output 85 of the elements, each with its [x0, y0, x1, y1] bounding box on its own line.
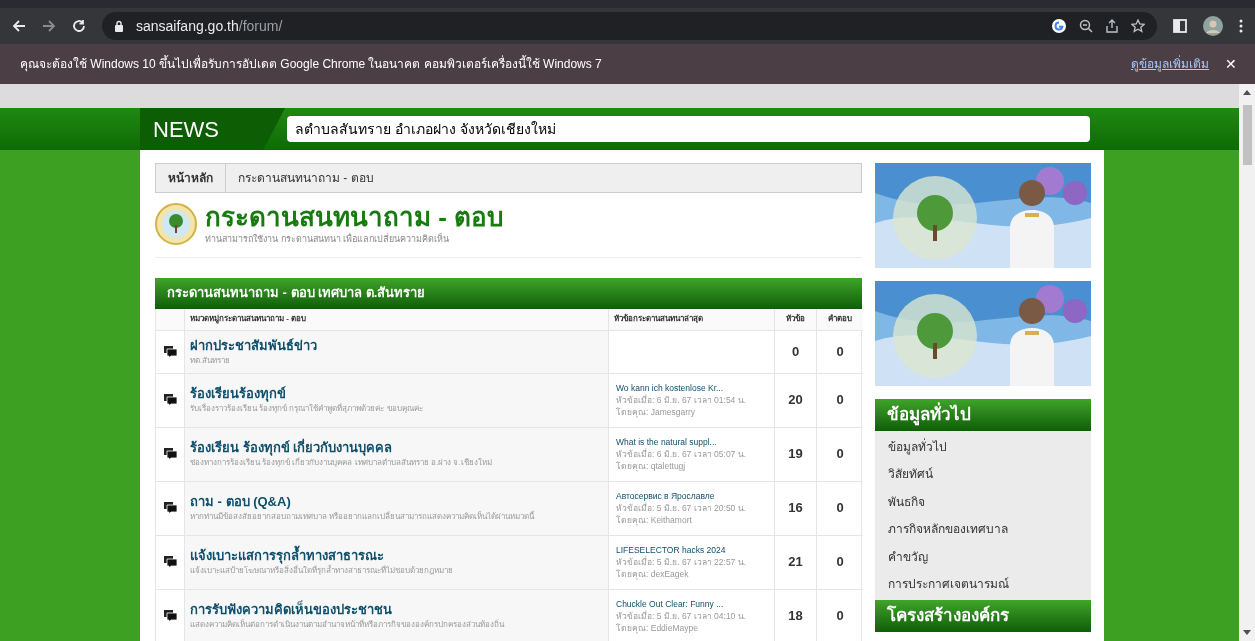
latest-topic-link[interactable]: What is the natural suppl...	[616, 436, 774, 448]
lock-icon	[114, 20, 124, 32]
reply-count: 0	[836, 342, 844, 361]
category-description: หากท่านมีข้อสงสัยอยากสอบถามเทศบาล หรืออยากแลกเปลี่ยนสามารถแสดงความคิดเห็นได้ผ่านหมวดนี้	[190, 511, 536, 523]
sidebar-link[interactable]: การประกาศเจตนารมณ์	[875, 570, 1091, 598]
close-button[interactable]: ✕	[1225, 53, 1237, 75]
chat-icon	[163, 556, 177, 568]
zoom-icon[interactable]	[1079, 19, 1093, 33]
category-link[interactable]: ร้องเรียน ร้องทุกข์ เกี่ยวกับงานบุคคล	[190, 439, 608, 457]
breadcrumb-link[interactable]: หน้าหลัก	[156, 164, 226, 192]
url-text: sansaifang.go.th/forum/	[136, 16, 283, 36]
column-header: คำตอบ	[816, 308, 863, 331]
topic-count: 0	[791, 342, 800, 361]
topic-count: 19	[788, 445, 803, 464]
forum-subtitle: ท่านสามารถใช้งาน กระดานสนทนา เพื่อแลกเปลี่ยนความคิดเห็น	[205, 233, 450, 246]
topic-count: 21	[788, 553, 803, 572]
latest-topic-link[interactable]: LIFESELECTOR hacks 2024	[616, 544, 774, 556]
latest-topic-date: หัวข้อเมื่อ: 5 มิ.ย. 67 เวลา 04:10 น.	[616, 610, 748, 622]
menu-icon[interactable]	[1239, 19, 1243, 33]
google-icon[interactable]	[1051, 18, 1067, 34]
reply-count: 0	[836, 445, 844, 464]
reply-count: 0	[836, 499, 844, 518]
chat-icon	[163, 502, 177, 514]
category-description: แจ้งเบาะแสป้ายโฆษณาหรือสิ่งอื่นใดที่รุกล้ำทางสาธารณะที่ไม่ชอบด้วยกฎหมาย	[190, 565, 608, 577]
chat-icon	[163, 610, 177, 622]
category-link[interactable]: การรับฟังความคิดเห็นของประชาชน	[190, 601, 608, 619]
forward-icon[interactable]	[42, 19, 56, 33]
sidebar-icon[interactable]	[1173, 19, 1187, 33]
section-header: โครงสร้างองค์กร	[875, 600, 1091, 632]
sidebar-link[interactable]: วิสัยทัศน์	[875, 460, 1091, 488]
chat-icon	[163, 345, 177, 358]
table-title: กระดานสนทนาถาม - ตอบ เทศบาล ต.สันทราย	[155, 277, 862, 309]
latest-topic-link[interactable]: Wo kann ich kostenlose Kr...	[616, 382, 774, 394]
reply-count: 0	[836, 553, 844, 572]
column-header: หัวข้อ	[774, 308, 816, 331]
category-description: ทต.สันทราย	[190, 354, 232, 367]
category-description: แสดงความคิดเห็นต่อการดำเนินงานตามอำนาจหน้าที่หรือภารกิจขององค์กรปกครองส่วนท้องถิ่น	[190, 619, 506, 631]
sidebar-link[interactable]: ข้อมูลทั่วไป	[875, 433, 1091, 461]
latest-topic-author: โดยคุณ: EddieMaype	[616, 622, 699, 634]
avatar-icon[interactable]	[1203, 16, 1223, 36]
latest-topic-link[interactable]: Chuckle Out Clear: Funny ...	[616, 598, 774, 610]
sidebar-link[interactable]: พันธกิจ	[875, 488, 1091, 516]
category-link[interactable]: ร้องเรียนร้องทุกข์	[190, 385, 608, 403]
latest-topic-link[interactable]: Автосервис в Ярославле	[616, 490, 774, 502]
column-header: หัวข้อกระดานสนทนาล่าสุด	[608, 308, 774, 331]
topic-count: 20	[788, 391, 803, 410]
latest-topic-date: หัวข้อเมื่อ: 6 มิ.ย. 67 เวลา 05:07 น.	[616, 448, 748, 460]
star-icon[interactable]	[1131, 19, 1145, 33]
category-link[interactable]: แจ้งเบาะแสการรุกล้ำทางสาธารณะ	[190, 547, 608, 565]
reply-count: 0	[836, 391, 844, 410]
share-icon[interactable]	[1105, 19, 1119, 33]
category-link[interactable]: ฝากประชาสัมพันธ์ข่าว	[190, 336, 608, 355]
latest-topic-author: โดยคุณ: Jamesgarry	[616, 406, 697, 418]
logo-icon	[155, 202, 197, 245]
breadcrumb-current: กระดานสนทนาถาม - ตอบ	[237, 170, 375, 187]
address-bar[interactable]: sansaifang.go.th/forum/	[102, 12, 1157, 40]
category-link[interactable]: ถาม - ตอบ (Q&A)	[190, 493, 608, 511]
topic-count: 18	[788, 607, 803, 626]
learn-more-link[interactable]: ดูข้อมูลเพิ่มเติม	[1131, 55, 1209, 73]
chat-icon	[163, 394, 177, 406]
topic-count: 16	[788, 499, 803, 518]
section-header: ข้อมูลทั่วไป	[875, 399, 1091, 431]
forum-title: กระดานสนทนาถาม - ตอบ	[205, 201, 505, 233]
news-label: NEWS	[140, 108, 285, 150]
chat-icon	[163, 448, 177, 460]
scroll-down-icon[interactable]	[1243, 630, 1251, 635]
latest-topic-author: โดยคุณ: qtalettugj	[616, 460, 687, 472]
scrollbar[interactable]	[1239, 84, 1255, 641]
scroll-thumb[interactable]	[1242, 105, 1252, 165]
sidebar-link[interactable]: ภารกิจหลักของเทศบาล	[875, 515, 1091, 543]
latest-topic-author: โดยคุณ: dexEagek	[616, 568, 690, 580]
category-description: ช่องทางการร้องเรียน ร้องทุกข์ เกี่ยวกับงานบุคคล เทศบาลตำบลสันทราย อ.ฝาง จ.เชียงใหม่	[190, 457, 493, 469]
latest-topic-date: หัวข้อเมื่อ: 6 มิ.ย. 67 เวลา 01:54 น.	[616, 394, 748, 406]
reload-icon[interactable]	[72, 19, 86, 33]
latest-topic-date: หัวข้อเมื่อ: 5 มิ.ย. 67 เวลา 20:50 น.	[616, 502, 748, 514]
scroll-up-icon[interactable]	[1243, 90, 1251, 95]
back-icon[interactable]	[12, 19, 26, 33]
news-ticker: ลตำบลสันทราย อำเภอฝาง จังหวัดเชียงใหม่	[287, 116, 1090, 142]
sidebar-link[interactable]: คำขวัญ	[875, 543, 1091, 571]
latest-topic-date: หัวข้อเมื่อ: 5 มิ.ย. 67 เวลา 22:57 น.	[616, 556, 748, 568]
latest-topic-author: โดยคุณ: Keithamort	[616, 514, 693, 526]
info-message: คุณจะต้องใช้ Windows 10 ขึ้นไปเพื่อรับการอัปเดต Google Chrome ในอนาคต คอมพิวเตอร์เครื่องนี้ใช้ Windows 7	[20, 55, 603, 73]
column-header: หมวดหมู่กระดานสนทนาถาม - ตอบ	[184, 308, 608, 331]
reply-count: 0	[836, 607, 844, 626]
category-description: รับเรื่องราวร้องเรียน ร้องทุกข์ กรุณาใช้คำพูดที่สุภาพด้วยค่ะ ขอบคุณค่ะ	[190, 403, 424, 415]
